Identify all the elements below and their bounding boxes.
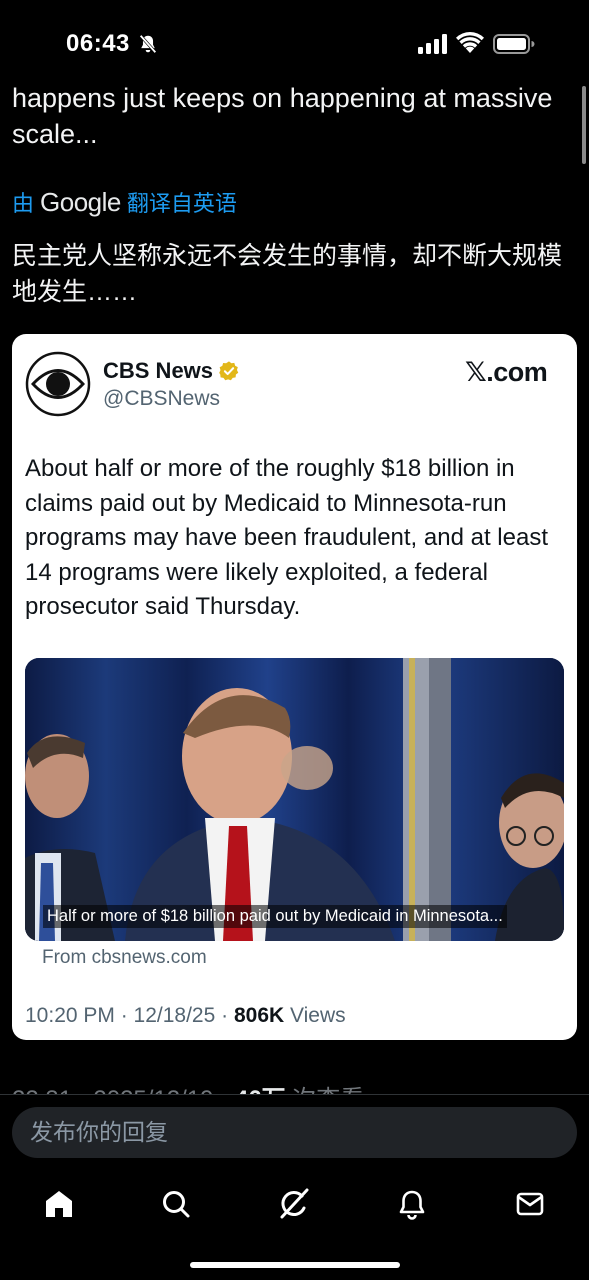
- messages-icon: [516, 1192, 544, 1216]
- wifi-icon: [456, 32, 484, 53]
- notifications-icon: [399, 1190, 425, 1220]
- quoted-views-label: Views: [284, 1004, 346, 1027]
- news-media-image[interactable]: Half or more of $18 billion paid out by …: [25, 658, 564, 941]
- nav-notifications[interactable]: [392, 1184, 432, 1224]
- quoted-post-timestamp: 10:20 PM · 12/18/25 ·: [25, 1004, 234, 1027]
- translate-from-label: 翻译自英语: [126, 191, 237, 216]
- translation-attribution[interactable]: 由 Google 翻译自英语: [12, 186, 237, 218]
- reply-composer: [0, 1094, 589, 1171]
- scrollbar[interactable]: [582, 86, 586, 164]
- reply-input[interactable]: [12, 1107, 577, 1158]
- nav-messages[interactable]: [510, 1184, 550, 1224]
- quoted-views-count: 806K: [233, 1004, 285, 1027]
- tweet-text: happens just keeps on happening at massi…: [12, 83, 553, 149]
- battery-icon: [493, 34, 535, 54]
- press-conference-photo: [25, 658, 564, 941]
- quoted-post-meta: 10:20 PM · 12/18/25 · 806K Views: [25, 1004, 346, 1028]
- nav-grok[interactable]: [274, 1184, 314, 1224]
- search-icon: [163, 1191, 190, 1218]
- nav-home[interactable]: [39, 1184, 79, 1224]
- bell-muted-icon: [139, 34, 157, 54]
- google-logo: Google: [40, 186, 121, 217]
- nav-search[interactable]: [156, 1184, 196, 1224]
- status-bar: 06:43: [0, 0, 589, 86]
- status-time: 06:43: [66, 30, 130, 57]
- post-meta: 22:31 · 2025/12/19 · 46万 次查看: [12, 1076, 364, 1096]
- home-icon: [46, 1191, 72, 1217]
- home-indicator-bar[interactable]: [190, 1262, 400, 1268]
- translated-text: 民主党人坚称永远不会发生的事情，却不断大规模地发生……: [12, 242, 563, 306]
- cbs-eye-logo-avatar[interactable]: [25, 351, 91, 417]
- bottom-navigation: [0, 1170, 589, 1280]
- translate-by-label: 由: [12, 191, 35, 216]
- quoted-post-text: About half or more of the roughly $18 bi…: [25, 455, 548, 620]
- quoted-author-name-text: CBS News: [103, 358, 214, 383]
- media-caption: Half or more of $18 billion paid out by …: [43, 905, 507, 928]
- verified-badge-icon: [219, 361, 239, 381]
- grok-icon: [280, 1188, 309, 1219]
- cellular-signal-icon: [418, 34, 447, 54]
- quoted-post-card[interactable]: CBS News @CBSNews 𝕏.com About half or mo…: [12, 334, 577, 1040]
- quoted-author-name[interactable]: CBS News: [103, 358, 240, 384]
- media-source-link[interactable]: From cbsnews.com: [42, 947, 207, 969]
- x-com-source-label: 𝕏.com: [465, 357, 548, 387]
- quoted-author-handle[interactable]: @CBSNews: [103, 387, 220, 411]
